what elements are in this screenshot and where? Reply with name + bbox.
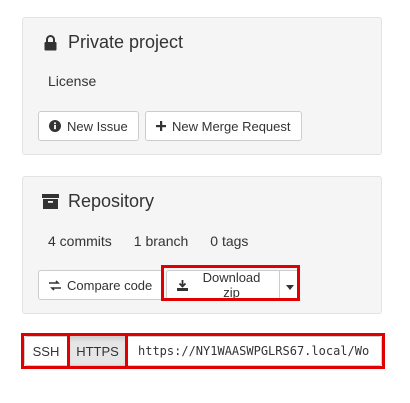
info-icon — [49, 120, 61, 132]
compare-code-label: Compare code — [67, 277, 153, 293]
clone-url-group: SSH HTTPS — [24, 336, 382, 366]
new-issue-button[interactable]: New Issue — [38, 111, 139, 141]
caret-down-icon — [285, 278, 294, 293]
repository-heading: Repository — [40, 191, 154, 212]
compare-code-button[interactable]: Compare code — [38, 270, 164, 300]
archive-icon — [40, 194, 60, 209]
private-project-panel: Private project License New Issue New Me… — [22, 17, 382, 155]
plus-icon — [156, 121, 166, 131]
repository-panel: Repository 4 commits 1 branch 0 tags Com… — [22, 176, 382, 314]
branches-link[interactable]: 1 branch — [134, 233, 188, 249]
clone-url-input[interactable] — [128, 337, 381, 365]
lock-icon — [40, 34, 60, 51]
private-project-title: Private project — [68, 32, 184, 52]
repository-stats: 4 commits 1 branch 0 tags — [48, 233, 270, 249]
https-tab[interactable]: HTTPS — [68, 337, 128, 365]
new-issue-label: New Issue — [67, 118, 128, 134]
ssh-tab[interactable]: SSH — [25, 337, 68, 365]
exchange-icon — [49, 279, 61, 291]
license-link[interactable]: License — [48, 73, 96, 89]
private-project-heading: Private project — [40, 32, 183, 53]
commits-link[interactable]: 4 commits — [48, 233, 112, 249]
download-zip-button[interactable]: Download zip — [166, 270, 280, 300]
repository-title: Repository — [68, 191, 155, 211]
download-icon — [177, 279, 188, 291]
tags-link[interactable]: 0 tags — [210, 233, 248, 249]
new-merge-request-label: New Merge Request — [172, 118, 291, 134]
download-dropdown-toggle[interactable] — [279, 270, 300, 300]
new-merge-request-button[interactable]: New Merge Request — [145, 111, 302, 141]
download-zip-label: Download zip — [202, 270, 261, 300]
